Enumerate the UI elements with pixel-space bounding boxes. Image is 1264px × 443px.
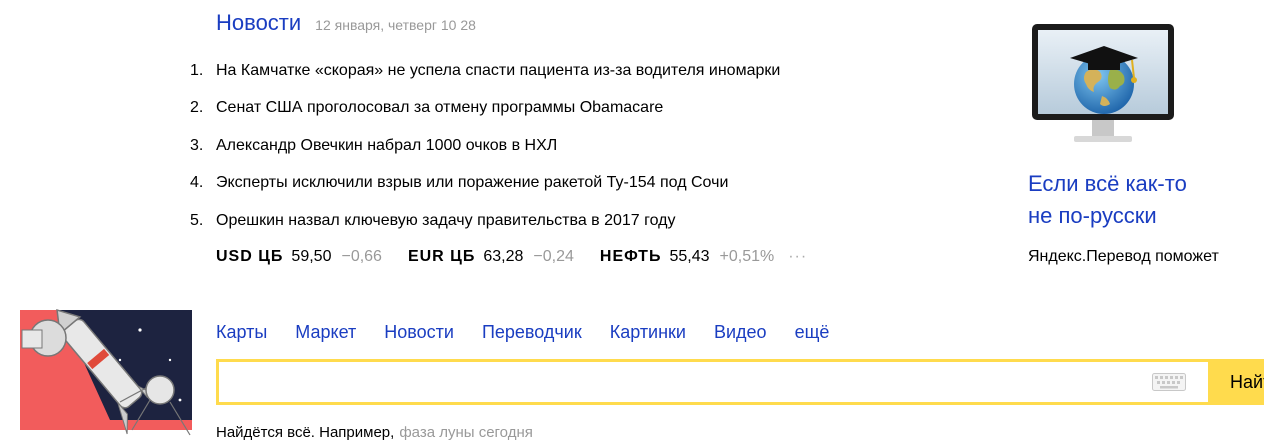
service-images[interactable]: Картинки [610, 322, 686, 343]
quote-name: USD ЦБ [216, 248, 284, 265]
quote-value: 59,50 [291, 248, 332, 265]
news-item: 5. Орешкин назвал ключевую задачу правит… [190, 202, 780, 240]
quote-name: EUR ЦБ [407, 248, 476, 265]
news-item-link[interactable]: На Камчатке «скорая» не успела спасти па… [216, 62, 780, 80]
promo-title-line1: Если всё как-то [1028, 171, 1187, 196]
news-date: 12 января, четверг 10 28 [315, 17, 476, 33]
quote-usd[interactable]: USD ЦБ 59,50 −0,66 [216, 248, 382, 266]
search-hint-lead: Найдётся всё. Например, [216, 424, 395, 441]
news-item: 3. Александр Овечкин набрал 1000 очков в… [190, 127, 780, 165]
service-market[interactable]: Маркет [295, 322, 356, 343]
search-box [216, 359, 1211, 405]
monitor-globe-illustration[interactable] [1028, 22, 1178, 152]
news-header: Новости 12 января, четверг 10 28 [216, 10, 476, 36]
news-item-number: 4. [190, 174, 204, 192]
news-item-number: 5. [190, 211, 204, 229]
quote-value: 63,28 [483, 248, 524, 265]
rocket-satellite-illustration [20, 308, 192, 436]
quote-delta: +0,51% [719, 248, 775, 265]
news-list: 1. На Камчатке «скорая» не успела спасти… [190, 52, 780, 240]
search-hint: Найдётся всё. Например, фаза луны сегодня [216, 424, 533, 441]
stock-quotes: USD ЦБ 59,50 −0,66 EUR ЦБ 63,28 −0,24 НЕФТЬ 5… [216, 248, 807, 266]
quote-delta: −0,66 [341, 248, 382, 265]
services-nav: Карты Маркет Новости Переводчик Картинки… [216, 322, 857, 343]
service-maps[interactable]: Карты [216, 322, 267, 343]
news-item: 2. Сенат США проголосовал за отмену прог… [190, 90, 780, 128]
promo-title-line2: не по-русски [1028, 203, 1157, 228]
quote-value: 55,43 [669, 248, 710, 265]
quote-name: НЕФТЬ [599, 248, 662, 265]
news-item-link[interactable]: Орешкин назвал ключевую задачу правитель… [216, 212, 676, 230]
quote-eur[interactable]: EUR ЦБ 63,28 −0,24 [408, 248, 574, 266]
news-item-number: 2. [190, 99, 204, 117]
search-button[interactable]: Найти [1211, 359, 1264, 405]
search-hint-example[interactable]: фаза луны сегодня [399, 424, 533, 441]
service-more[interactable]: ещё [795, 322, 830, 343]
news-item-link[interactable]: Сенат США проголосовал за отмену програм… [216, 99, 663, 117]
promo-title-link[interactable]: Если всё как-то не по-русски [1028, 168, 1264, 232]
service-news[interactable]: Новости [384, 322, 454, 343]
news-item-number: 3. [190, 136, 204, 154]
search-input[interactable] [219, 362, 1139, 402]
keyboard-icon[interactable] [1152, 373, 1186, 391]
quote-oil[interactable]: НЕФТЬ 55,43 +0,51% [600, 248, 774, 266]
news-item-link[interactable]: Эксперты исключили взрыв или поражение р… [216, 174, 728, 192]
news-item: 4. Эксперты исключили взрыв или поражени… [190, 165, 780, 203]
news-item: 1. На Камчатке «скорая» не успела спасти… [190, 52, 780, 90]
quote-delta: −0,24 [533, 248, 574, 265]
service-translator[interactable]: Переводчик [482, 322, 582, 343]
news-item-link[interactable]: Александр Овечкин набрал 1000 очков в НХ… [216, 137, 557, 155]
promo-subtitle: Яндекс.Перевод поможет [1028, 248, 1219, 265]
more-quotes-button[interactable]: ··· [788, 248, 807, 266]
news-item-number: 1. [190, 61, 204, 79]
news-title-link[interactable]: Новости [216, 10, 301, 36]
service-video[interactable]: Видео [714, 322, 767, 343]
